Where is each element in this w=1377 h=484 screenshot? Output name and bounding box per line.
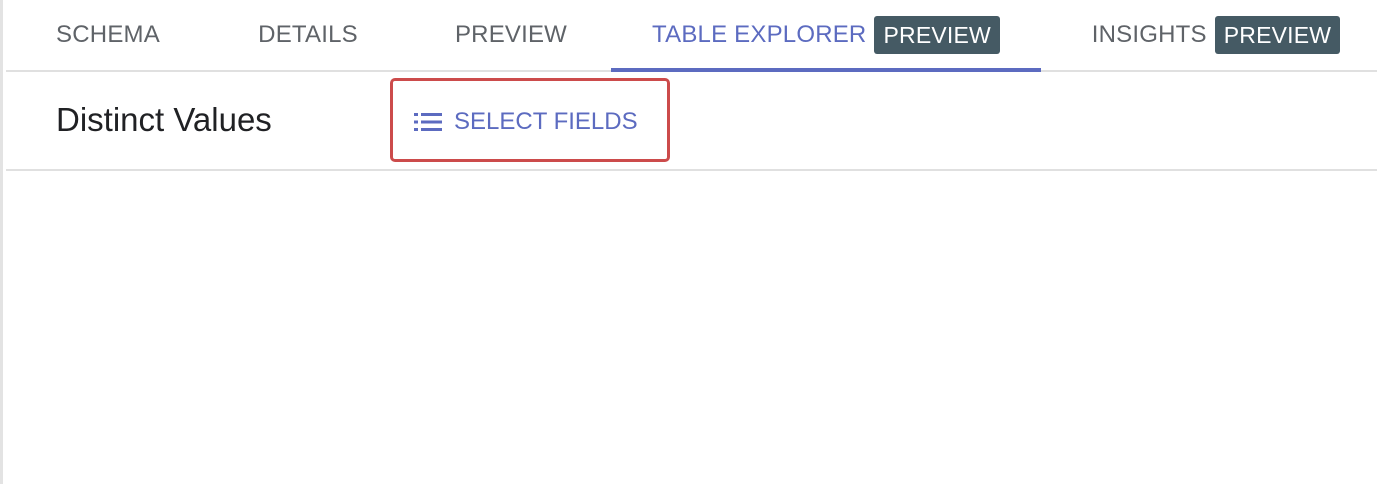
toolbar: Distinct Values SELECT FIELDS xyxy=(6,72,1377,171)
tab-label: PREVIEW xyxy=(454,21,568,48)
content-area xyxy=(6,171,1377,484)
tab-insights[interactable]: INSIGHTS PREVIEW xyxy=(1066,0,1366,70)
tab-table-explorer[interactable]: TABLE EXPLORER PREVIEW xyxy=(611,0,1041,72)
tab-schema[interactable]: SCHEMA xyxy=(28,0,188,70)
list-icon xyxy=(414,113,442,131)
tab-bar: SCHEMA DETAILS PREVIEW TABLE EXPLORER PR… xyxy=(6,0,1377,72)
tab-label: DETAILS xyxy=(258,21,358,48)
app-frame: SCHEMA DETAILS PREVIEW TABLE EXPLORER PR… xyxy=(0,0,1377,484)
tab-details[interactable]: DETAILS xyxy=(228,0,388,70)
tab-label: INSIGHTS xyxy=(1091,21,1207,48)
select-fields-button[interactable]: SELECT FIELDS xyxy=(414,102,638,142)
tab-label: TABLE EXPLORER xyxy=(652,21,867,48)
preview-badge: PREVIEW xyxy=(874,16,1000,54)
select-fields-label: SELECT FIELDS xyxy=(454,108,638,135)
section-title: Distinct Values xyxy=(56,101,272,138)
tab-preview[interactable]: PREVIEW xyxy=(426,0,596,70)
preview-badge: PREVIEW xyxy=(1214,16,1341,54)
tab-label: SCHEMA xyxy=(56,21,160,48)
